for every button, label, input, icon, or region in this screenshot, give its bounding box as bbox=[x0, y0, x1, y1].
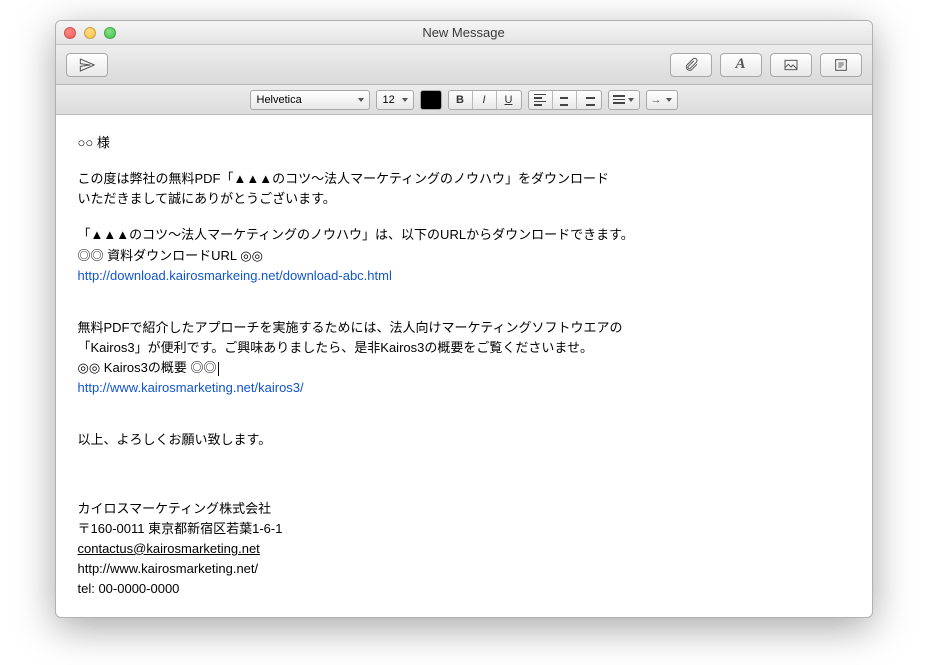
signature-company: カイロスマーケティング株式会社 bbox=[78, 499, 850, 519]
align-center-button[interactable] bbox=[553, 91, 577, 109]
paperclip-icon bbox=[683, 57, 699, 73]
italic-button[interactable]: I bbox=[473, 91, 497, 109]
signature-email: contactus@kairosmarketing.net bbox=[78, 539, 850, 559]
close-button[interactable] bbox=[64, 27, 76, 39]
align-left-icon bbox=[534, 94, 546, 106]
signature-url: http://www.kairosmarketing.net/ bbox=[78, 559, 850, 579]
attach-button[interactable] bbox=[670, 53, 712, 77]
product-link[interactable]: http://www.kairosmarketing.net/kairos3/ bbox=[78, 380, 304, 395]
font-family-label: Helvetica bbox=[257, 94, 302, 106]
bold-button[interactable]: B bbox=[449, 91, 473, 109]
align-left-button[interactable] bbox=[529, 91, 553, 109]
show-stationery-button[interactable] bbox=[820, 53, 862, 77]
download-link[interactable]: http://download.kairosmarkeing.net/downl… bbox=[78, 268, 392, 283]
text-color-picker[interactable] bbox=[420, 90, 442, 110]
list-icon bbox=[613, 95, 625, 104]
traffic-lights bbox=[64, 27, 116, 39]
align-right-button[interactable] bbox=[577, 91, 601, 109]
body-text: ◎◎ 資料ダウンロードURL ◎◎ bbox=[78, 246, 850, 266]
main-toolbar: A bbox=[56, 45, 872, 85]
message-body[interactable]: ○○ 様 この度は弊社の無料PDF「▲▲▲のコツ〜法人マーケティングのノウハウ」… bbox=[56, 115, 872, 617]
signature-tel: tel: 00-0000-0000 bbox=[78, 579, 850, 599]
photo-browser-button[interactable] bbox=[770, 53, 812, 77]
underline-button[interactable]: U bbox=[497, 91, 521, 109]
body-text: 無料PDFで紹介したアプローチを実施するためには、法人向けマーケティングソフトウ… bbox=[78, 318, 850, 338]
closing-line: 以上、よろしくお願い致します。 bbox=[78, 430, 850, 450]
titlebar: New Message bbox=[56, 21, 872, 45]
greeting-line: ○○ 様 bbox=[78, 133, 850, 153]
text-style-group: B I U bbox=[448, 90, 522, 110]
align-right-icon bbox=[583, 94, 595, 106]
body-text: この度は弊社の無料PDF「▲▲▲のコツ〜法人マーケティングのノウハウ」をダウンロ… bbox=[78, 169, 850, 189]
font-size-select[interactable]: 12 bbox=[376, 90, 414, 110]
window-title: New Message bbox=[56, 25, 872, 40]
stationery-icon bbox=[833, 57, 849, 73]
body-text: 「Kairos3」が便利です。ご興味ありましたら、是非Kairos3の概要をご覧… bbox=[78, 338, 850, 358]
zoom-button[interactable] bbox=[104, 27, 116, 39]
minimize-button[interactable] bbox=[84, 27, 96, 39]
indent-select[interactable]: → bbox=[646, 90, 678, 110]
body-text: 「▲▲▲のコツ〜法人マーケティングのノウハウ」は、以下のURLからダウンロードで… bbox=[78, 225, 850, 245]
compose-window: New Message A bbox=[55, 20, 873, 618]
alignment-group bbox=[528, 90, 602, 110]
body-text: いただきまして誠にありがとうございます。 bbox=[78, 189, 850, 209]
format-button[interactable]: A bbox=[720, 53, 762, 77]
body-text: ◎◎ Kairos3の概要 ◎◎ bbox=[78, 360, 217, 375]
font-size-label: 12 bbox=[383, 94, 395, 106]
paper-plane-icon bbox=[79, 57, 95, 73]
list-style-select[interactable] bbox=[608, 90, 640, 110]
format-a-icon: A bbox=[735, 56, 745, 73]
signature-address: 〒160-0011 東京都新宿区若葉1-6-1 bbox=[78, 519, 850, 539]
send-button[interactable] bbox=[66, 53, 108, 77]
arrow-right-icon: → bbox=[651, 94, 662, 106]
align-center-icon bbox=[558, 94, 570, 106]
text-cursor bbox=[218, 362, 219, 376]
format-bar: Helvetica 12 B I U → bbox=[56, 85, 872, 115]
image-icon bbox=[783, 57, 799, 73]
font-family-select[interactable]: Helvetica bbox=[250, 90, 370, 110]
